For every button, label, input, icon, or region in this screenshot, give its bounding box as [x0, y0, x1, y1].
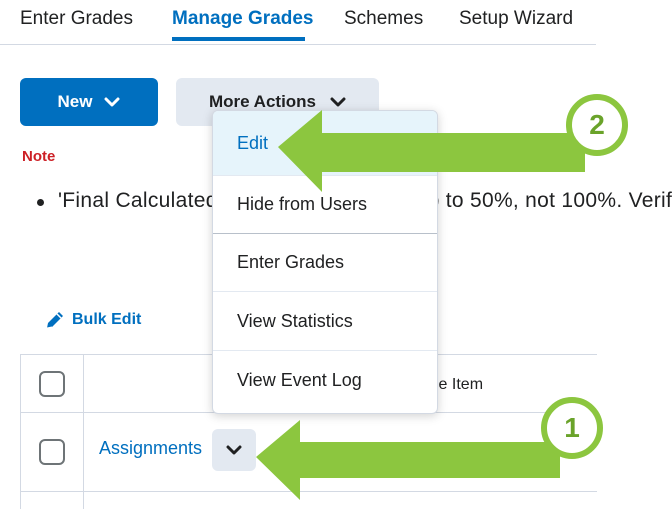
callout-badge-2: 2	[566, 94, 628, 156]
callout-badge-1: 1	[541, 397, 603, 459]
callout-arrow-1	[256, 420, 560, 500]
callout-number: 1	[564, 412, 580, 443]
callout-number: 2	[589, 109, 605, 140]
callout-arrow-2	[278, 110, 585, 192]
